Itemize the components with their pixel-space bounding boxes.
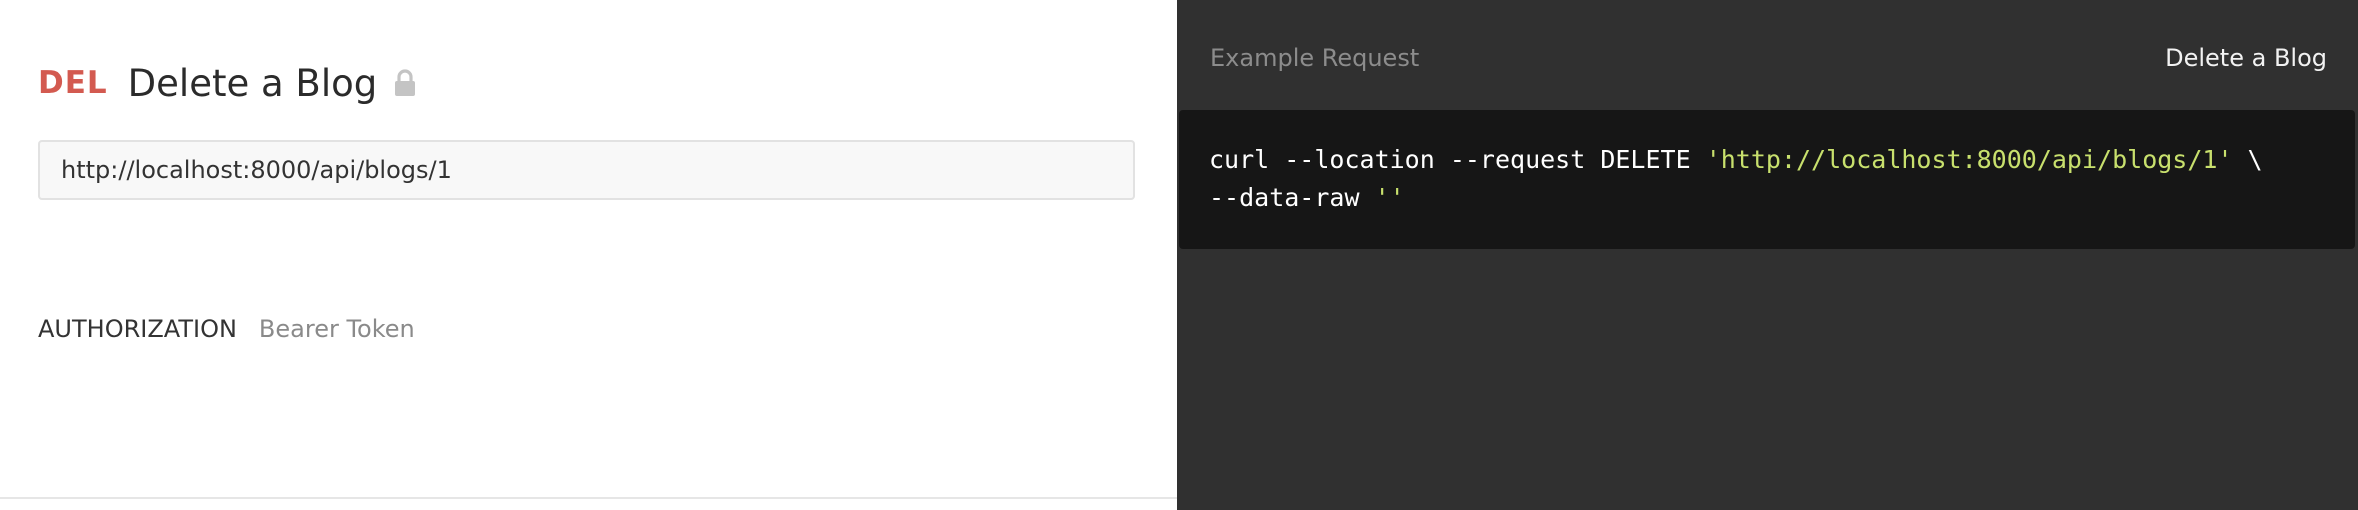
code-snippet: curl --location --request DELETE 'http:/… [1179, 110, 2355, 249]
authorization-row: AUTHORIZATION Bearer Token [38, 312, 415, 346]
code-raw-string: '' [1374, 183, 1405, 212]
code-line-2: --data-raw '' [1209, 183, 1405, 212]
example-request-label: Example Request [1210, 44, 1420, 72]
code-flag: --data-raw [1209, 183, 1375, 212]
code-line-1: curl --location --request DELETE 'http:/… [1209, 145, 2263, 174]
request-panel: DEL Delete a Blog http://localhost:8000/… [0, 0, 1177, 510]
request-title: Delete a Blog [127, 61, 378, 105]
authorization-label: AUTHORIZATION [38, 315, 237, 343]
request-header: DEL Delete a Blog [38, 58, 417, 108]
lock-icon [393, 58, 417, 108]
code-url-string: 'http://localhost:8000/api/blogs/1' [1705, 145, 2233, 174]
example-selector[interactable]: Delete a Blog [2165, 44, 2327, 72]
section-divider [0, 497, 1177, 499]
http-method-badge: DEL [38, 65, 108, 101]
code-command: curl --location --request DELETE [1209, 145, 1706, 174]
code-line-continuation: \ [2232, 145, 2263, 174]
authorization-type: Bearer Token [258, 315, 415, 343]
request-url-field[interactable]: http://localhost:8000/api/blogs/1 [38, 140, 1135, 200]
example-panel: Example Request Delete a Blog curl --loc… [1177, 0, 2358, 510]
request-url: http://localhost:8000/api/blogs/1 [61, 156, 452, 184]
